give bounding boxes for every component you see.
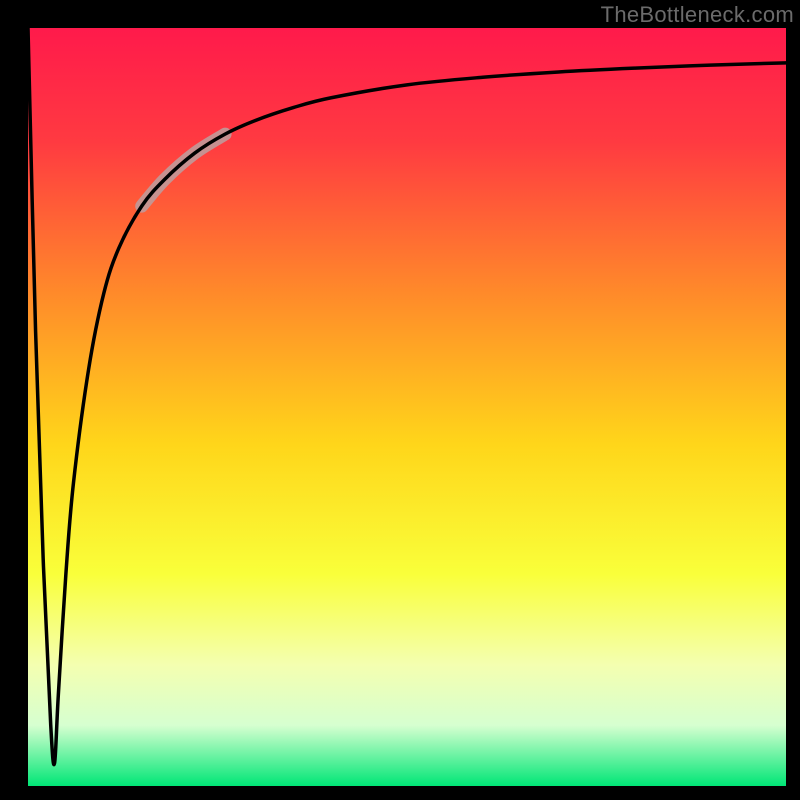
chart-canvas [0,0,800,800]
plot-background [28,28,786,786]
watermark-text: TheBottleneck.com [601,2,794,28]
chart-frame: TheBottleneck.com [0,0,800,800]
